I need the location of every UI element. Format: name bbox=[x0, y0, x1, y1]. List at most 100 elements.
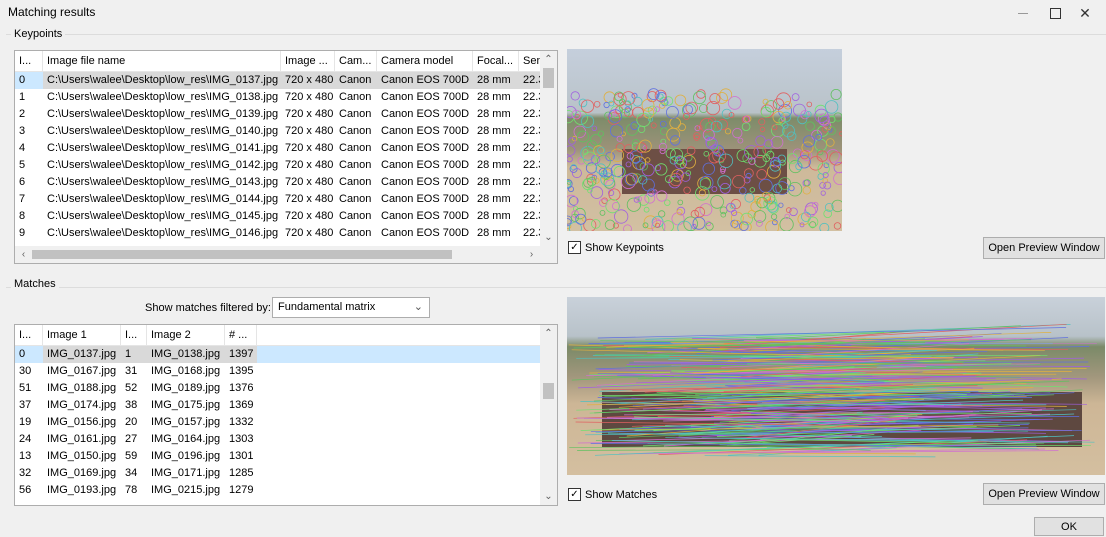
keypoint-marker bbox=[833, 222, 842, 230]
table-row[interactable]: 51 IMG_0188.jpg 52 IMG_0189.jpg 1376 bbox=[15, 380, 557, 397]
keypoint-marker bbox=[823, 181, 832, 190]
scroll-up-icon[interactable]: ⌃ bbox=[540, 51, 557, 68]
keypoint-marker bbox=[615, 143, 625, 153]
table-cell: Canon bbox=[335, 72, 377, 89]
table-row[interactable]: 13 IMG_0150.jpg 59 IMG_0196.jpg 1301 bbox=[15, 448, 557, 465]
table-cell: 52 bbox=[125, 382, 138, 394]
table-cell: IMG_0164.jpg bbox=[151, 433, 221, 445]
keypoint-marker bbox=[570, 91, 580, 101]
scroll-down-icon[interactable]: ⌄ bbox=[540, 229, 557, 246]
table-cell: C:\Users\walee\Desktop\low_res\IMG_0137.… bbox=[43, 72, 281, 89]
table-row[interactable]: 9 C:\Users\walee\Desktop\low_res\IMG_0146… bbox=[15, 225, 557, 242]
table-row[interactable]: 24 IMG_0161.jpg 27 IMG_0164.jpg 1303 bbox=[15, 431, 557, 448]
column-header[interactable]: Image 2 bbox=[147, 325, 225, 345]
keypoint-marker bbox=[787, 153, 798, 164]
matches-vscrollbar[interactable]: ⌃ ⌄ bbox=[540, 325, 557, 505]
table-cell: 6 bbox=[19, 176, 26, 188]
table-row[interactable]: 6 C:\Users\walee\Desktop\low_res\IMG_0143… bbox=[15, 174, 557, 191]
column-header[interactable]: Image ... bbox=[281, 51, 335, 71]
table-cell: 28 mm bbox=[477, 210, 511, 222]
window-title: Matching results bbox=[8, 5, 96, 19]
table-cell: 1 bbox=[121, 346, 147, 363]
scroll-left-icon[interactable]: ‹ bbox=[15, 246, 32, 263]
keypoint-marker bbox=[819, 222, 830, 231]
ok-button[interactable]: OK bbox=[1034, 517, 1104, 536]
table-cell: IMG_0169.jpg bbox=[47, 467, 117, 479]
keypoint-marker bbox=[755, 219, 763, 227]
table-cell: 59 bbox=[125, 450, 138, 462]
column-header[interactable]: Image 1 bbox=[43, 325, 121, 345]
column-header[interactable]: Cam... bbox=[335, 51, 377, 71]
table-cell: Canon EOS 700D bbox=[381, 142, 470, 154]
table-cell: IMG_0171.jpg bbox=[151, 467, 221, 479]
keypoints-hscrollbar[interactable]: ‹ › bbox=[15, 246, 557, 263]
table-row[interactable]: 19 IMG_0156.jpg 20 IMG_0157.jpg 1332 bbox=[15, 414, 557, 431]
column-header[interactable]: I... bbox=[121, 325, 147, 345]
keypoint-marker bbox=[833, 162, 842, 174]
keypoints-table-header: I... Image file name Image ... Cam... Camera… bbox=[15, 51, 557, 72]
maximize-icon bbox=[1049, 7, 1061, 19]
table-cell: 8 bbox=[19, 210, 26, 222]
column-header[interactable]: I... bbox=[15, 325, 43, 345]
keypoint-marker bbox=[779, 217, 794, 231]
scroll-thumb[interactable] bbox=[32, 250, 452, 259]
scroll-up-icon[interactable]: ⌃ bbox=[540, 325, 557, 342]
show-keypoints-checkbox[interactable]: ✓ Show Keypoints bbox=[568, 241, 664, 254]
table-row[interactable]: 7 C:\Users\walee\Desktop\low_res\IMG_0144… bbox=[15, 191, 557, 208]
scroll-right-icon[interactable]: › bbox=[523, 246, 540, 263]
keypoint-marker bbox=[759, 126, 766, 133]
table-row[interactable]: 3 C:\Users\walee\Desktop\low_res\IMG_0140… bbox=[15, 123, 557, 140]
table-cell: Canon EOS 700D bbox=[381, 108, 470, 120]
table-row[interactable]: 37 IMG_0174.jpg 38 IMG_0175.jpg 1369 bbox=[15, 397, 557, 414]
keypoint-marker bbox=[839, 131, 842, 137]
table-row[interactable]: 56 IMG_0193.jpg 78 IMG_0215.jpg 1279 bbox=[15, 482, 557, 499]
scroll-down-icon[interactable]: ⌄ bbox=[540, 488, 557, 505]
table-cell: 1332 bbox=[229, 416, 254, 428]
table-row[interactable]: 1 C:\Users\walee\Desktop\low_res\IMG_0138… bbox=[15, 89, 557, 106]
keypoints-table[interactable]: I... Image file name Image ... Cam... Camera… bbox=[14, 50, 558, 264]
column-header[interactable]: I... bbox=[15, 51, 43, 71]
column-header[interactable]: Focal... bbox=[473, 51, 519, 71]
table-row[interactable]: 32 IMG_0169.jpg 34 IMG_0171.jpg 1285 bbox=[15, 465, 557, 482]
table-row[interactable]: 4 C:\Users\walee\Desktop\low_res\IMG_0141… bbox=[15, 140, 557, 157]
keypoint-marker bbox=[826, 149, 840, 163]
table-cell: Canon bbox=[339, 108, 372, 120]
table-cell: Canon EOS 700D bbox=[377, 72, 473, 89]
close-button[interactable]: ✕ bbox=[1062, 0, 1106, 26]
filter-label: Show matches filtered by: bbox=[145, 302, 271, 314]
matches-open-preview-button[interactable]: Open Preview Window bbox=[983, 483, 1105, 505]
matches-table[interactable]: I... Image 1 I... Image 2 # ... 0 IMG_0137.jp… bbox=[14, 324, 558, 506]
table-cell: 28 mm bbox=[477, 142, 511, 154]
table-row[interactable]: 0 C:\Users\walee\Desktop\low_res\IMG_0137… bbox=[15, 72, 557, 89]
keypoint-marker bbox=[778, 202, 784, 208]
keypoint-marker bbox=[669, 135, 681, 146]
table-cell: 1301 bbox=[229, 450, 254, 462]
table-row[interactable]: 30 IMG_0167.jpg 31 IMG_0168.jpg 1395 bbox=[15, 363, 557, 380]
filter-dropdown[interactable]: Fundamental matrix ⌄ bbox=[272, 297, 430, 318]
table-cell: IMG_0157.jpg bbox=[151, 416, 221, 428]
scroll-thumb[interactable] bbox=[543, 383, 554, 399]
keypoints-vscrollbar[interactable]: ⌃ ⌄ bbox=[540, 51, 557, 246]
column-header[interactable]: # ... bbox=[225, 325, 257, 345]
table-cell: C:\Users\walee\Desktop\low_res\IMG_0138.… bbox=[47, 91, 279, 103]
table-cell: C:\Users\walee\Desktop\low_res\IMG_0145.… bbox=[47, 210, 279, 222]
keypoints-open-preview-button[interactable]: Open Preview Window bbox=[983, 237, 1105, 259]
table-row[interactable]: 8 C:\Users\walee\Desktop\low_res\IMG_0145… bbox=[15, 208, 557, 225]
keypoint-marker bbox=[803, 135, 816, 148]
table-cell: 38 bbox=[125, 399, 138, 411]
scroll-thumb[interactable] bbox=[543, 68, 554, 88]
table-cell: C:\Users\walee\Desktop\low_res\IMG_0143.… bbox=[47, 176, 279, 188]
table-row[interactable]: 0 IMG_0137.jpg 1 IMG_0138.jpg 1397 bbox=[15, 346, 557, 363]
table-cell: 28 mm bbox=[477, 227, 511, 239]
table-row[interactable]: 5 C:\Users\walee\Desktop\low_res\IMG_0142… bbox=[15, 157, 557, 174]
table-row[interactable]: 2 C:\Users\walee\Desktop\low_res\IMG_0139… bbox=[15, 106, 557, 123]
keypoint-marker bbox=[791, 93, 800, 101]
show-matches-checkbox[interactable]: ✓ Show Matches bbox=[568, 488, 657, 501]
keypoint-marker bbox=[724, 128, 732, 135]
column-header[interactable]: Camera model bbox=[377, 51, 473, 71]
table-cell: IMG_0161.jpg bbox=[47, 433, 117, 445]
table-cell: IMG_0150.jpg bbox=[47, 450, 117, 462]
column-header[interactable]: Image file name bbox=[43, 51, 281, 71]
table-cell: IMG_0167.jpg bbox=[47, 365, 117, 377]
keypoint-marker bbox=[585, 162, 598, 174]
